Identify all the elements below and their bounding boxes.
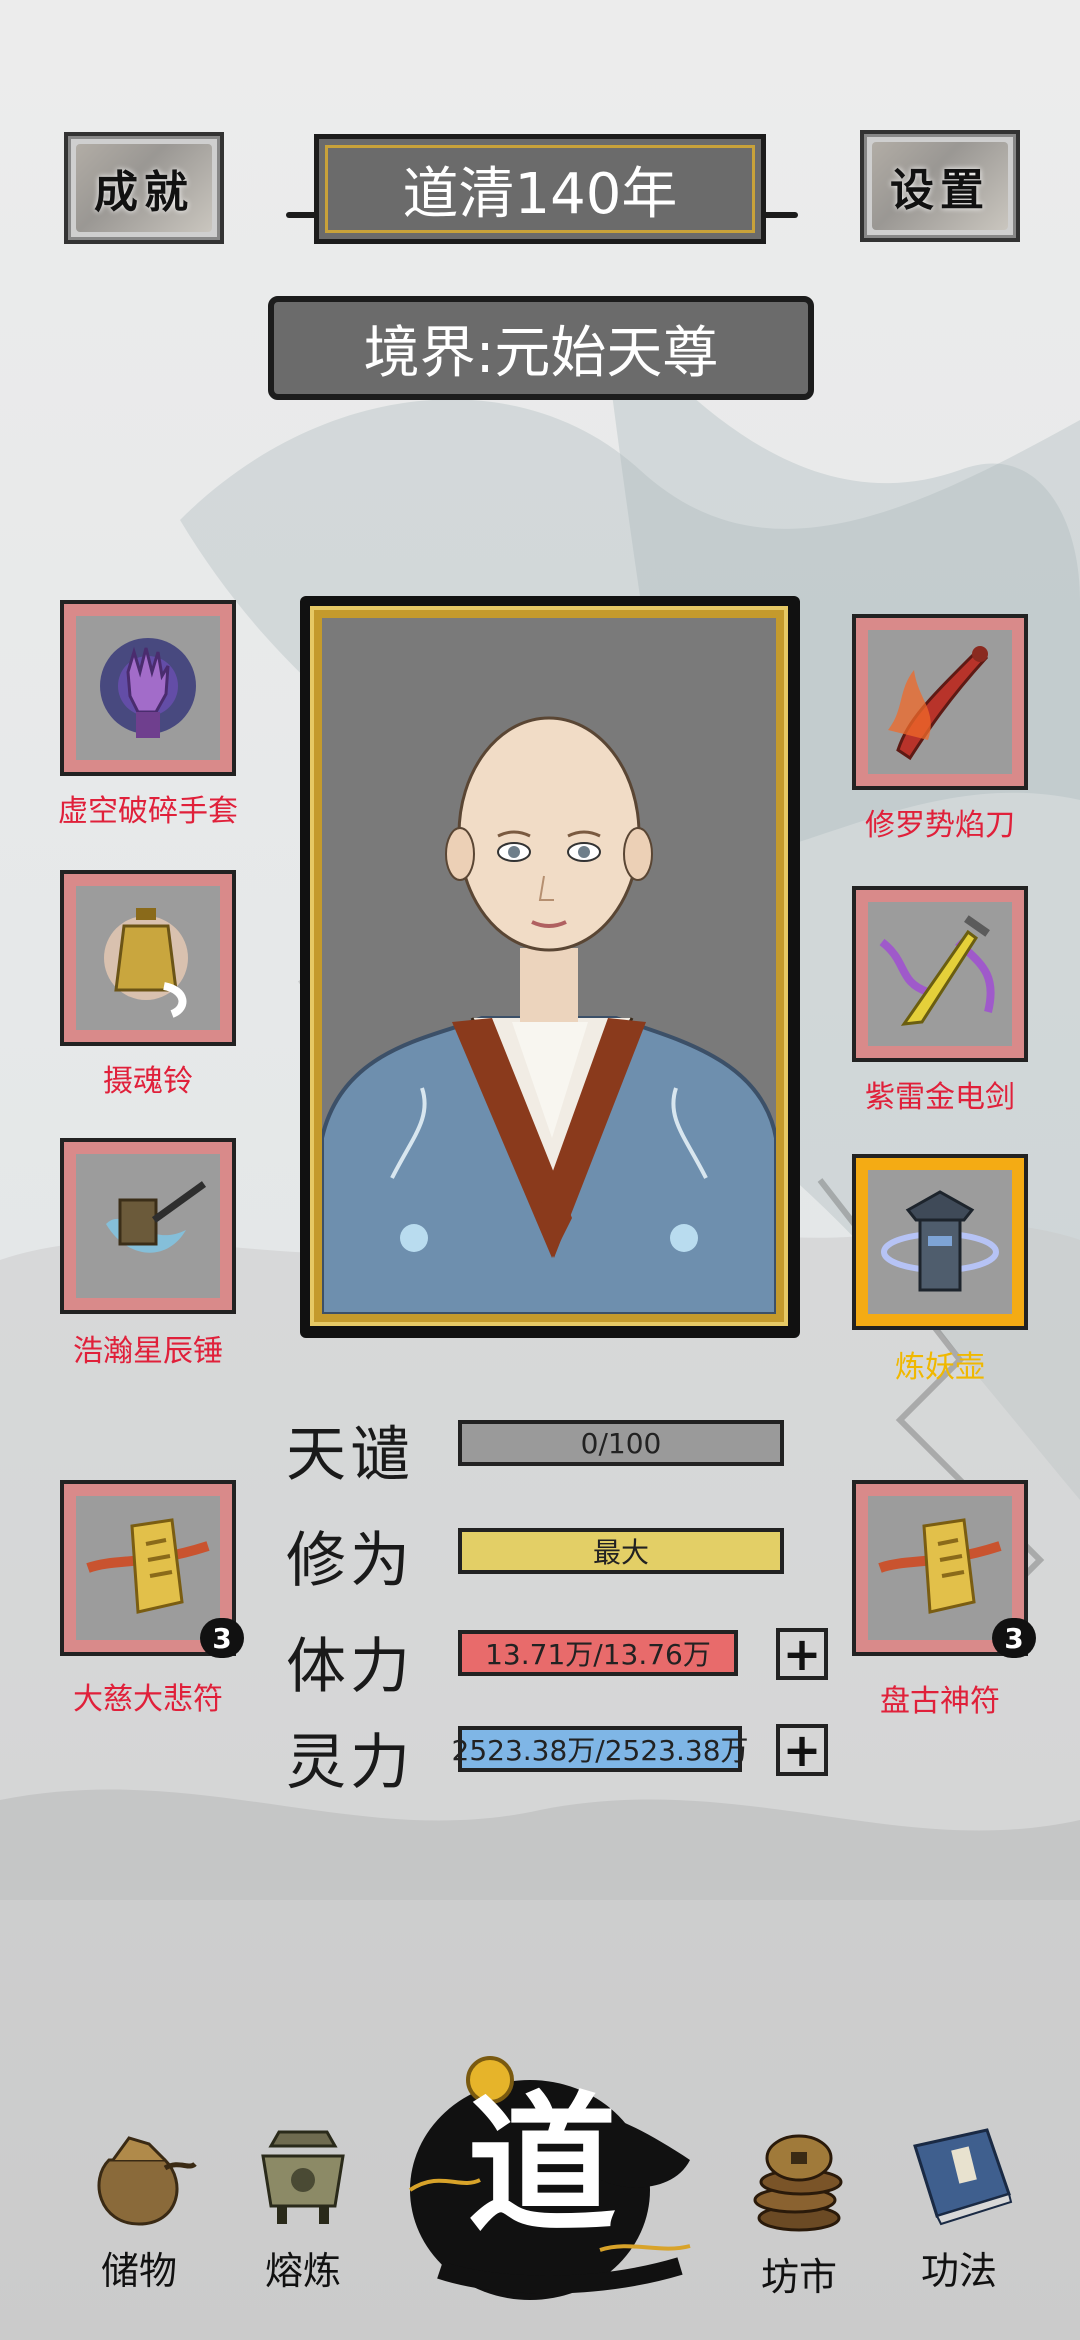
- equipment-slot-star-hammer[interactable]: [60, 1138, 236, 1314]
- tili-bar: 13.71万/13.76万: [458, 1630, 738, 1676]
- equipment-slot-thunder-sword[interactable]: [852, 886, 1028, 1062]
- character-portrait: [322, 618, 776, 1314]
- star-hammer-icon: [106, 1181, 207, 1253]
- equipment-label: 大慈大悲符: [73, 1682, 223, 1717]
- equipment-label: 修罗势焰刀: [865, 808, 1015, 843]
- xiuwei-bar: 最大: [458, 1528, 784, 1574]
- add-lingli-button[interactable]: +: [776, 1724, 828, 1776]
- equipment-slot-flame-blade[interactable]: [852, 614, 1028, 790]
- nav-storage-label: 储物: [100, 2249, 177, 2293]
- tianqian-value: 0/100: [580, 1426, 662, 1460]
- soul-bell-icon: [104, 908, 188, 1018]
- year-title: 道清140年: [402, 161, 678, 227]
- item-count-badge: 3: [200, 1618, 244, 1658]
- equipment-slot-soul-bell[interactable]: [60, 870, 236, 1046]
- nav-smelt-label: 熔炼: [264, 2249, 341, 2293]
- lingli-value: 2523.38万/2523.38万: [451, 1734, 749, 1767]
- stat-label-tianqian: 天谴: [286, 1420, 414, 1490]
- equipment-slot-demon-pot[interactable]: [852, 1154, 1028, 1330]
- thunder-sword-icon: [879, 915, 995, 1026]
- equipment-slot-void-gauntlet[interactable]: [60, 600, 236, 776]
- nav-skills[interactable]: 功法: [884, 2120, 1034, 2295]
- talisman-icon: [878, 1518, 1002, 1614]
- nav-market-label: 坊市: [760, 2255, 837, 2299]
- void-gauntlet-icon: [100, 638, 196, 738]
- flame-blade-icon: [888, 646, 989, 761]
- equipment-label: 虚空破碎手套: [58, 794, 238, 829]
- pouch-icon: [97, 2136, 197, 2226]
- equipment-label: 炼妖壶: [895, 1350, 985, 1385]
- coin-stack-icon: [753, 2134, 843, 2232]
- talisman-icon: [86, 1518, 210, 1614]
- nav-smelt[interactable]: 熔炼: [228, 2120, 378, 2295]
- year-plaque: 道清140年: [314, 134, 766, 244]
- nav-market[interactable]: 坊市: [724, 2126, 874, 2301]
- nav-skills-label: 功法: [920, 2249, 997, 2293]
- achievements-button[interactable]: 成就: [64, 132, 224, 244]
- monk-character-avatar: [322, 716, 776, 1314]
- equipment-label: 浩瀚星辰锤: [73, 1334, 223, 1369]
- xiuwei-value: 最大: [592, 1536, 649, 1569]
- lingli-bar: 2523.38万/2523.38万: [452, 1726, 749, 1772]
- realm-title: 境界:元始天尊: [363, 320, 719, 386]
- furnace-icon: [261, 2130, 345, 2224]
- demon-pot-icon: [881, 1190, 999, 1292]
- item-count-badge: 3: [992, 1618, 1036, 1658]
- realm-plaque: 境界:元始天尊: [268, 296, 814, 400]
- equipment-label: 盘古神符: [880, 1684, 1000, 1719]
- tianqian-bar: 0/100: [458, 1420, 784, 1466]
- equipment-label: 摄魂铃: [103, 1064, 193, 1099]
- equipment-label: 紫雷金电剑: [865, 1080, 1015, 1115]
- settings-button[interactable]: 设置: [860, 130, 1020, 242]
- stat-label-tili: 体力: [286, 1632, 414, 1702]
- add-tili-button[interactable]: +: [776, 1628, 828, 1680]
- manual-book-icon: [913, 2128, 1013, 2226]
- stat-label-xiuwei: 修为: [286, 1526, 414, 1596]
- nav-dao-label: 道: [466, 2077, 617, 2253]
- stat-label-lingli: 灵力: [286, 1728, 414, 1798]
- nav-storage[interactable]: 储物: [64, 2120, 214, 2295]
- nav-dao-center[interactable]: 道: [380, 2040, 710, 2310]
- tili-value: 13.71万/13.76万: [485, 1638, 711, 1671]
